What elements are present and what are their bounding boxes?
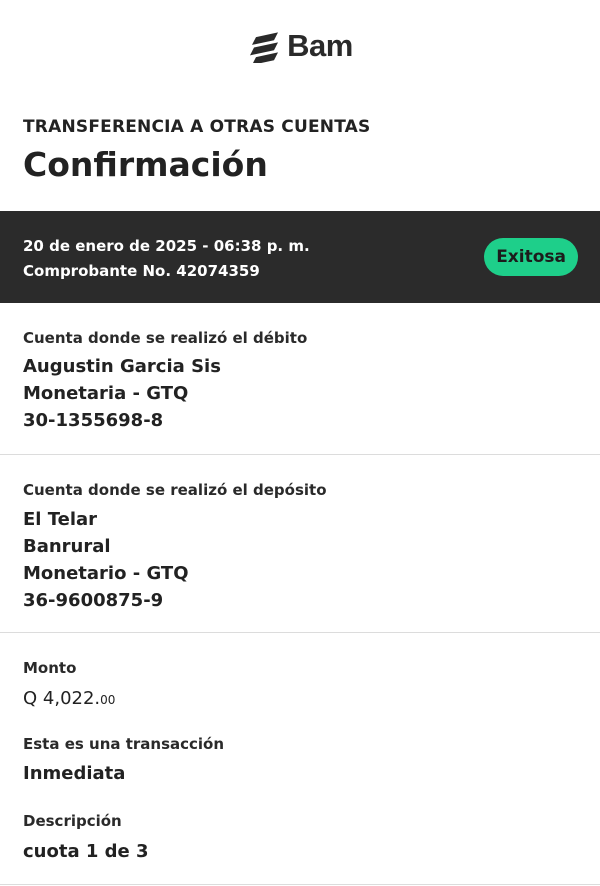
divider — [0, 454, 600, 455]
deposit-account-type: Monetario - GTQ — [23, 563, 189, 584]
amount-cents: 00 — [100, 693, 116, 707]
voucher-number: Comprobante No. 42074359 — [23, 262, 260, 280]
transaction-datetime: 20 de enero de 2025 - 06:38 p. m. — [23, 237, 310, 255]
divider — [0, 884, 600, 885]
debit-account-type: Monetaria - GTQ — [23, 383, 189, 404]
page-subtitle: TRANSFERENCIA A OTRAS CUENTAS — [23, 117, 371, 137]
transfer-confirmation-page: Bam TRANSFERENCIA A OTRAS CUENTAS Confir… — [0, 0, 600, 886]
brand-logo: Bam — [0, 26, 600, 66]
bam-logo-icon — [250, 32, 279, 63]
deposit-account-name: El Telar — [23, 509, 98, 530]
deposit-account-label: Cuenta donde se realizó el depósito — [23, 481, 327, 499]
divider — [0, 632, 600, 633]
deposit-account-number: 36-9600875-9 — [23, 590, 164, 611]
debit-account-label: Cuenta donde se realizó el débito — [23, 329, 308, 347]
amount-label: Monto — [23, 659, 77, 677]
transaction-type-label: Esta es una transacción — [23, 735, 225, 753]
transaction-type-value: Inmediata — [23, 763, 126, 784]
page-title: Confirmación — [23, 145, 268, 184]
description-label: Descripción — [23, 812, 122, 830]
amount-main: Q 4,022. — [23, 688, 101, 709]
debit-account-number: 30-1355698-8 — [23, 410, 164, 431]
description-value: cuota 1 de 3 — [23, 841, 149, 862]
status-band: 20 de enero de 2025 - 06:38 p. m. Compro… — [0, 211, 600, 303]
brand-name: Bam — [287, 28, 353, 63]
status-badge: Exitosa — [484, 238, 578, 276]
deposit-bank-name: Banrural — [23, 536, 111, 557]
debit-account-name: Augustin Garcia Sis — [23, 356, 221, 377]
amount-value: Q 4,022.00 — [23, 688, 115, 709]
